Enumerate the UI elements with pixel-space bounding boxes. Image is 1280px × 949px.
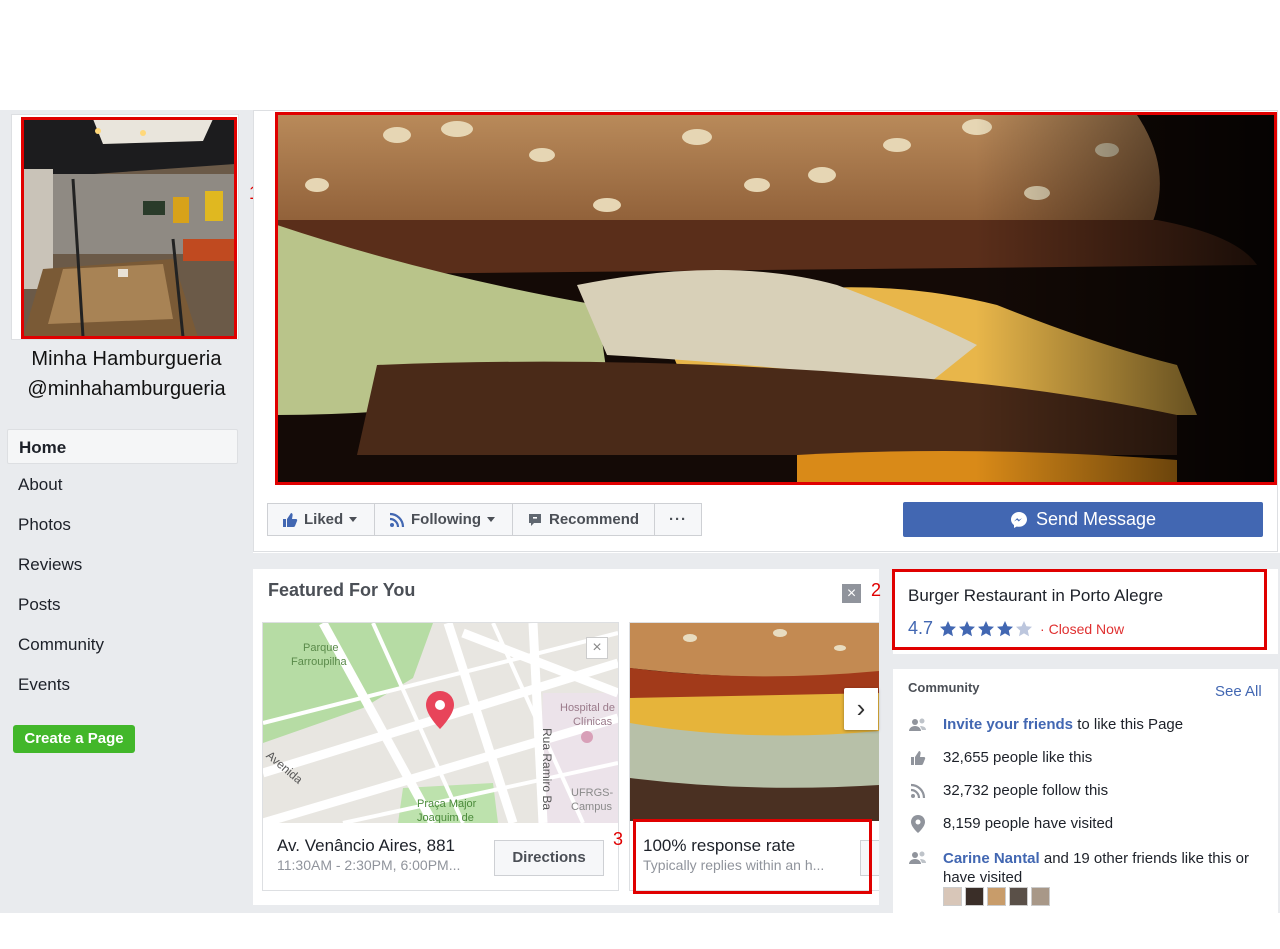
- comment-icon: [527, 512, 543, 528]
- send-message-label: Send Message: [1035, 509, 1157, 529]
- liked-label: Liked: [304, 511, 344, 528]
- map-label-praca: Praça Major: [417, 798, 477, 810]
- friends-icon: [908, 716, 928, 734]
- map-label-park: Parque: [303, 642, 338, 654]
- rating-row: 4.7 · Closed Now: [908, 618, 1124, 639]
- friend-name-link[interactable]: Carine Nantal: [943, 850, 1040, 867]
- likes-row: 32,655 people like this: [908, 749, 1092, 767]
- messenger-icon: [1010, 511, 1028, 529]
- following-label: Following: [411, 511, 481, 528]
- invite-text: to like this Page: [1073, 716, 1184, 733]
- about-card: [893, 569, 1278, 654]
- nav-item-about[interactable]: About: [7, 467, 238, 502]
- location-pin-icon: [908, 815, 928, 833]
- directions-button[interactable]: Directions: [494, 840, 604, 876]
- map-label-hospital: Hospital de: [560, 702, 615, 714]
- nav-item-community[interactable]: Community: [7, 627, 238, 662]
- follows-row: 32,732 people follow this: [908, 782, 1108, 800]
- map-label-praca-2: Joaquim de: [417, 812, 474, 823]
- map-close-icon[interactable]: ×: [586, 637, 608, 659]
- cover-photo[interactable]: [277, 115, 1275, 483]
- avatar[interactable]: [987, 887, 1006, 906]
- chevron-down-icon: [349, 517, 358, 522]
- rating-stars[interactable]: [939, 620, 1034, 638]
- thumbs-up-icon: [282, 512, 298, 528]
- follows-count: 32,732 people follow this: [943, 782, 1109, 799]
- featured-title: Featured For You: [268, 580, 416, 600]
- category-label[interactable]: Burger Restaurant in Porto Alegre: [908, 586, 1163, 606]
- nav-item-posts[interactable]: Posts: [7, 587, 238, 622]
- close-icon[interactable]: ×: [842, 584, 861, 603]
- friends-row: Carine Nantal and 19 other friends like …: [908, 849, 1258, 887]
- map-label-ufrgs: UFRGS-: [571, 787, 614, 799]
- nav-item-events[interactable]: Events: [7, 667, 238, 702]
- invite-friends-link[interactable]: Invite your friends: [943, 716, 1073, 733]
- star-outline-icon: [1016, 620, 1033, 636]
- create-page-button[interactable]: Create a Page: [13, 725, 135, 753]
- recommend-button[interactable]: Recommend: [512, 503, 655, 536]
- nav-item-reviews[interactable]: Reviews: [7, 547, 238, 582]
- map-label-rua: Rua Ramiro Ba: [540, 728, 554, 810]
- invite-row: Invite your friends to like this Page: [908, 716, 1183, 734]
- map-pin-dot: [435, 700, 445, 710]
- page-name[interactable]: Minha Hamburgueria: [0, 348, 253, 371]
- thumbs-up-icon: [908, 749, 928, 767]
- next-arrow-icon[interactable]: ›: [844, 688, 878, 730]
- annotation-label-3: 3: [613, 829, 624, 849]
- nav-item-photos[interactable]: Photos: [7, 507, 238, 542]
- annotation-label-2: 2: [871, 580, 882, 600]
- response-button-partial[interactable]: [860, 840, 879, 876]
- visited-count: 8,159 people have visited: [943, 815, 1114, 832]
- more-icon: ···: [669, 511, 687, 528]
- friend-avatars: [943, 887, 1050, 906]
- avatar[interactable]: [1031, 887, 1050, 906]
- burger-photo[interactable]: [630, 623, 879, 821]
- map-label-hospital-2: Clínicas: [573, 716, 613, 728]
- rss-icon: [908, 782, 928, 800]
- hours: 11:30AM - 2:30PM, 6:00PM...: [277, 857, 461, 873]
- map[interactable]: Parque Farroupilha Hospital de Clínicas …: [263, 623, 618, 823]
- address: Av. Venâncio Aires, 881: [277, 836, 455, 855]
- avatar[interactable]: [943, 887, 962, 906]
- following-button[interactable]: Following: [374, 503, 513, 536]
- nav-item-home[interactable]: Home: [7, 429, 238, 464]
- response-rate-title: 100% response rate: [643, 836, 796, 855]
- rating-value: 4.7: [908, 618, 934, 638]
- see-all-link[interactable]: See All: [1215, 683, 1262, 700]
- friends-icon: [908, 849, 928, 867]
- star-icon: [959, 620, 976, 636]
- community-title: Community: [908, 680, 980, 695]
- page-handle[interactable]: @minhahamburgueria: [0, 378, 253, 401]
- more-options-button[interactable]: ···: [654, 503, 702, 536]
- avatar[interactable]: [965, 887, 984, 906]
- star-icon: [978, 620, 995, 636]
- hospital-icon: [581, 731, 593, 743]
- response-rate-subtitle: Typically replies within an h...: [643, 857, 825, 873]
- likes-count: 32,655 people like this: [943, 749, 1093, 766]
- send-message-button[interactable]: Send Message: [903, 502, 1263, 537]
- closed-status: · Closed Now: [1040, 620, 1125, 637]
- recommend-label: Recommend: [549, 511, 640, 528]
- avatar[interactable]: [1009, 887, 1028, 906]
- star-icon: [940, 620, 957, 636]
- star-icon: [997, 620, 1014, 636]
- rss-icon: [389, 512, 405, 528]
- liked-button[interactable]: Liked: [267, 503, 375, 536]
- visited-row: 8,159 people have visited: [908, 815, 1113, 833]
- map-label-ufrgs-2: Campus: [571, 801, 612, 813]
- map-label-park-2: Farroupilha: [291, 656, 348, 668]
- profile-picture[interactable]: [23, 119, 235, 337]
- chevron-down-icon: [486, 517, 495, 522]
